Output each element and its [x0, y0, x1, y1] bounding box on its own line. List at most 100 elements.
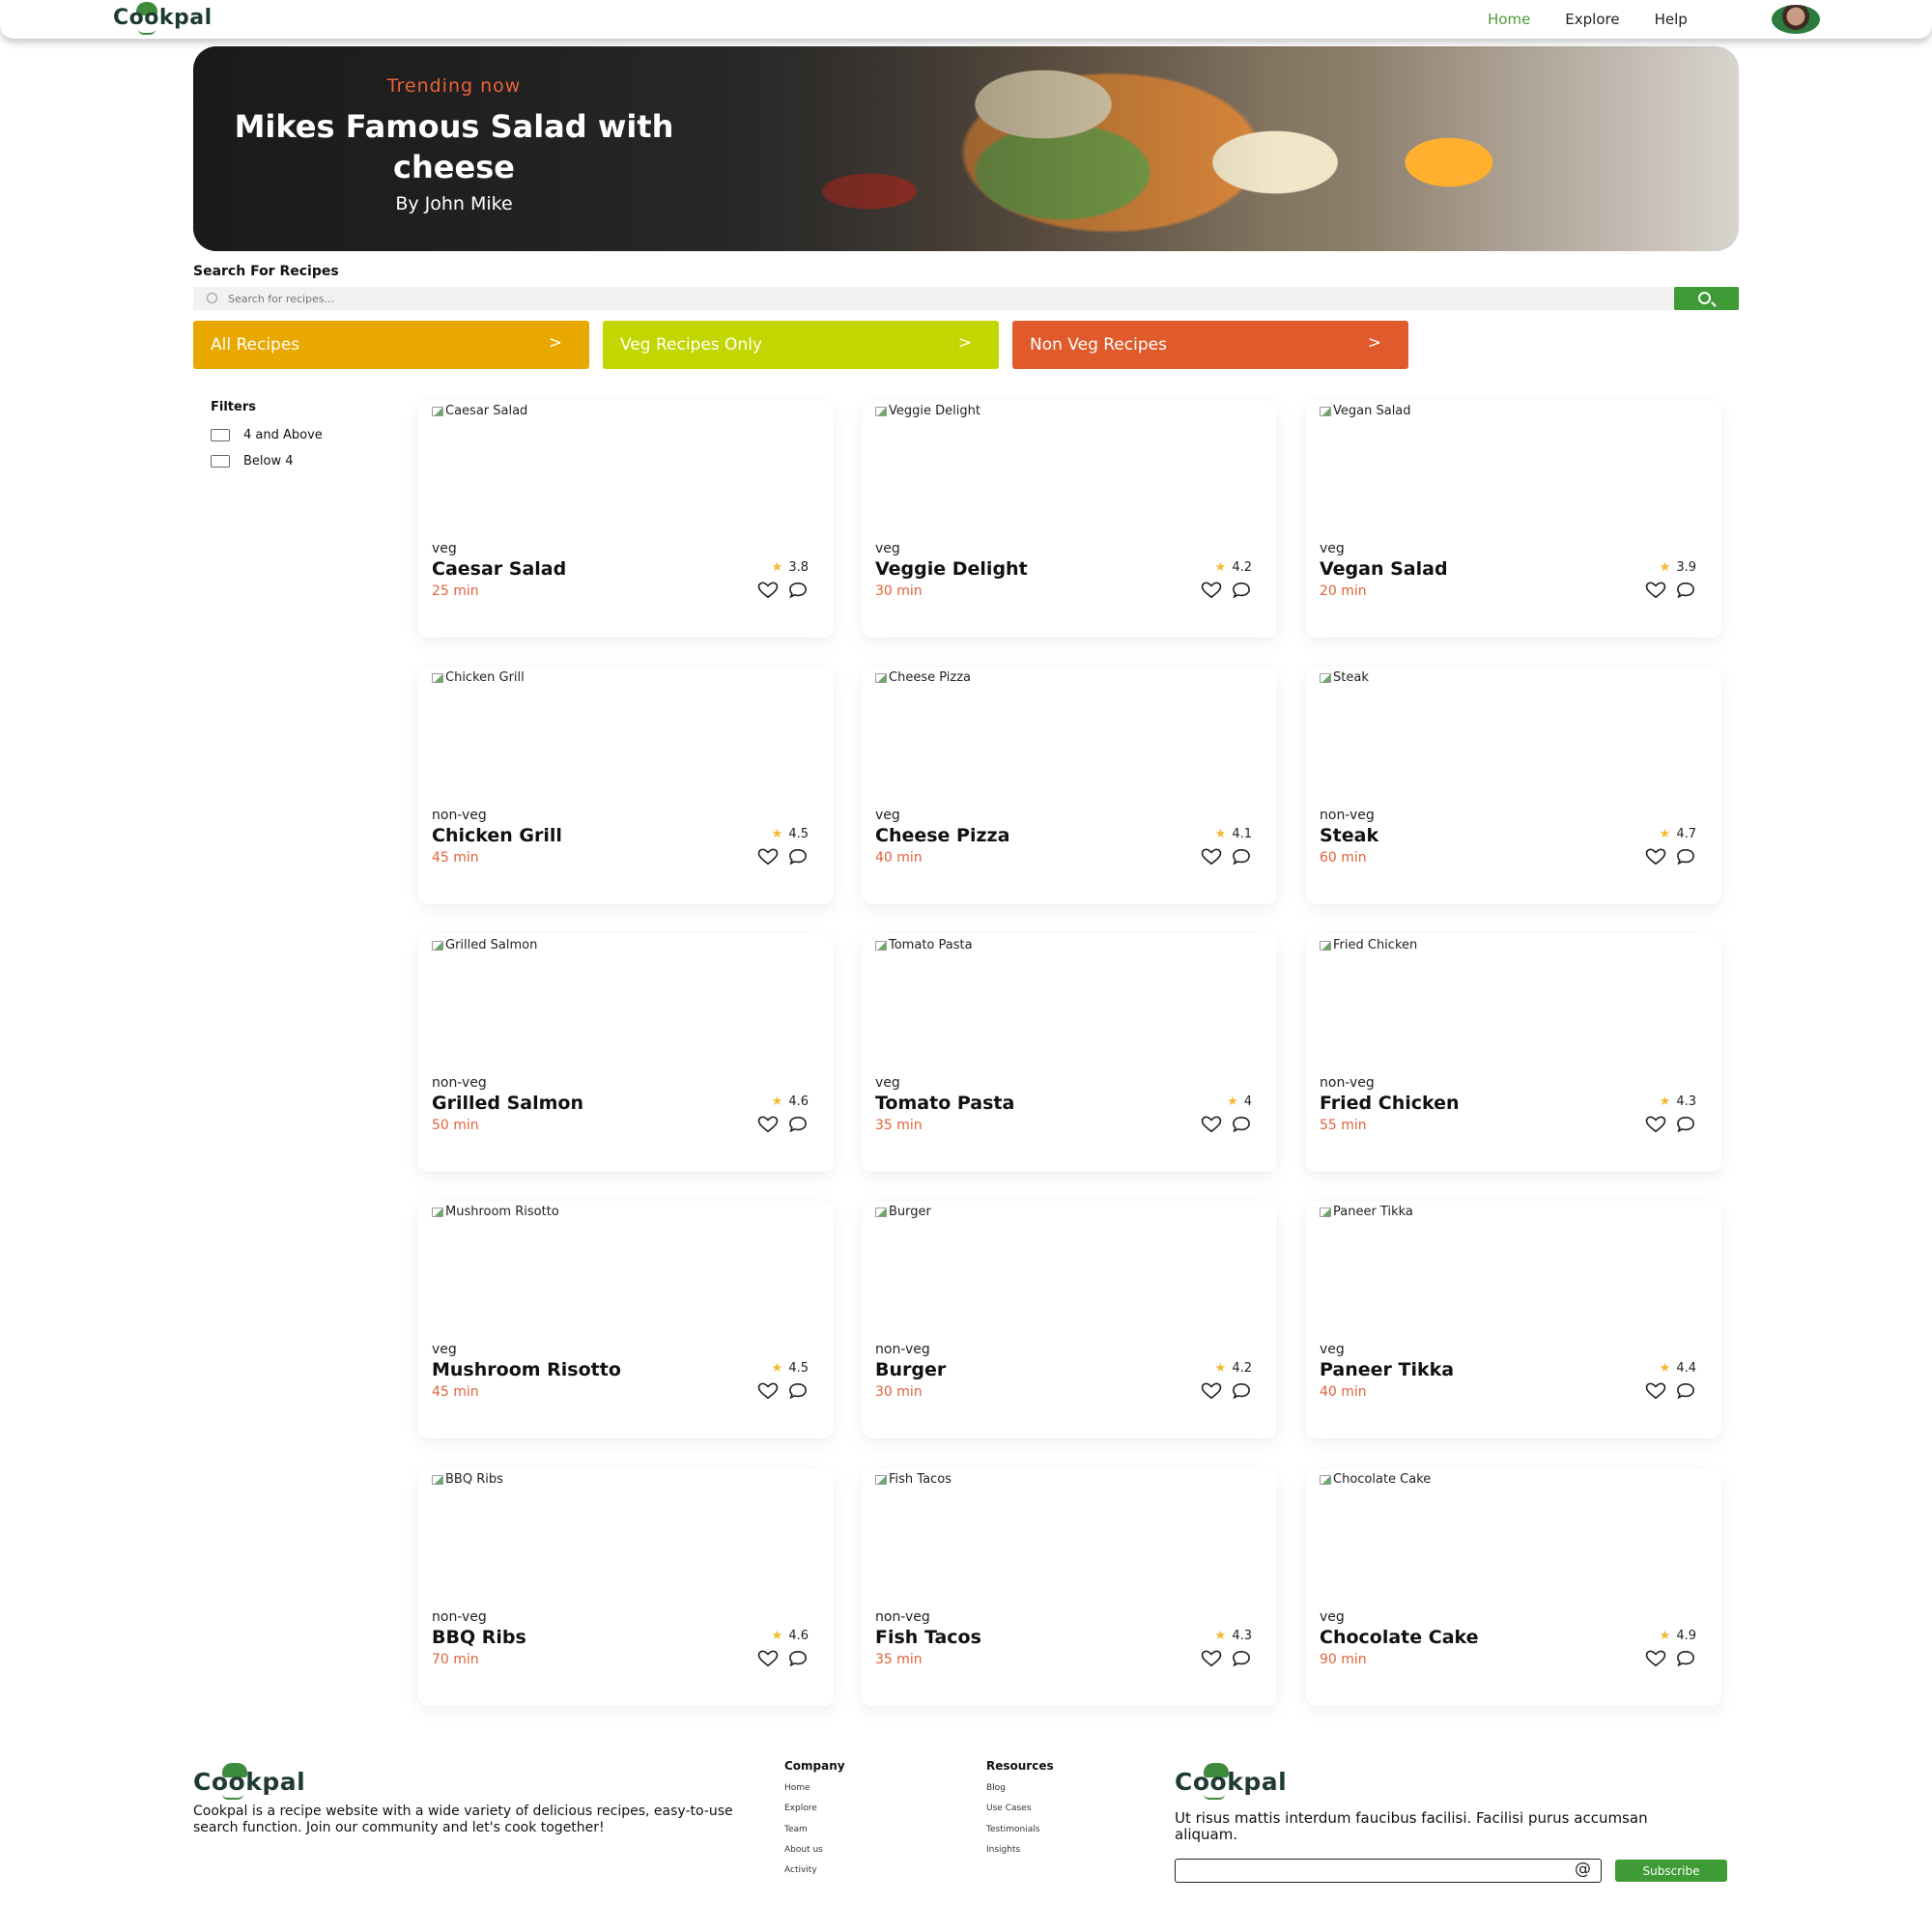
- recipe-image[interactable]: Grilled Salmon: [432, 938, 537, 952]
- comment-icon[interactable]: [787, 848, 809, 866]
- heart-icon[interactable]: [1200, 1382, 1223, 1400]
- email-input[interactable]: [1181, 1861, 1558, 1880]
- all-recipes-button[interactable]: All Recipes >: [193, 321, 589, 369]
- recipe-title[interactable]: Veggie Delight: [875, 558, 1028, 580]
- heart-icon[interactable]: [756, 1650, 780, 1667]
- recipe-title[interactable]: Chicken Grill: [432, 825, 562, 846]
- recipe-title[interactable]: Steak: [1320, 825, 1378, 846]
- checkbox[interactable]: [211, 429, 230, 441]
- footer-link-use-cases[interactable]: Use Cases: [986, 1804, 1031, 1813]
- comment-icon[interactable]: [1231, 1116, 1252, 1133]
- heart-icon[interactable]: [756, 848, 780, 866]
- recipe-card[interactable]: Chocolate Cake veg Chocolate Cake 90 min ★ 4.…: [1306, 1468, 1721, 1706]
- footer-link-insights[interactable]: Insights: [986, 1845, 1020, 1855]
- footer-link-explore[interactable]: Explore: [784, 1804, 817, 1813]
- comment-icon[interactable]: [1231, 1650, 1252, 1667]
- search-input[interactable]: [228, 287, 1658, 310]
- heart-icon[interactable]: [756, 1116, 780, 1133]
- recipe-image[interactable]: Steak: [1320, 670, 1369, 685]
- recipe-image[interactable]: Caesar Salad: [432, 404, 527, 418]
- comment-icon[interactable]: [1231, 1382, 1252, 1400]
- recipe-card[interactable]: Paneer Tikka veg Paneer Tikka 40 min ★ 4.4: [1306, 1201, 1721, 1438]
- recipe-title[interactable]: Grilled Salmon: [432, 1093, 583, 1114]
- recipe-card[interactable]: Chicken Grill non-veg Chicken Grill 45 min ★…: [418, 667, 834, 904]
- recipe-image[interactable]: Mushroom Risotto: [432, 1205, 559, 1219]
- recipe-card[interactable]: Burger non-veg Burger 30 min ★ 4.2: [862, 1201, 1277, 1438]
- recipe-image[interactable]: BBQ Ribs: [432, 1472, 503, 1487]
- recipe-image[interactable]: Fish Tacos: [875, 1472, 952, 1487]
- filter-below-4[interactable]: Below 4: [211, 454, 294, 469]
- nav-explore[interactable]: Explore: [1565, 11, 1619, 28]
- recipe-title[interactable]: Mushroom Risotto: [432, 1359, 621, 1380]
- comment-icon[interactable]: [787, 1382, 809, 1400]
- heart-icon[interactable]: [1644, 582, 1667, 599]
- comment-icon[interactable]: [787, 582, 809, 599]
- comment-icon[interactable]: [1675, 848, 1696, 866]
- heart-icon[interactable]: [1644, 1650, 1667, 1667]
- comment-icon[interactable]: [1675, 582, 1696, 599]
- search-button[interactable]: [1674, 287, 1739, 310]
- comment-icon[interactable]: [787, 1650, 809, 1667]
- comment-icon[interactable]: [1231, 582, 1252, 599]
- recipe-image[interactable]: Cheese Pizza: [875, 670, 971, 685]
- recipe-image[interactable]: Vegan Salad: [1320, 404, 1411, 418]
- recipe-image[interactable]: Chocolate Cake: [1320, 1472, 1431, 1487]
- recipe-card[interactable]: Cheese Pizza veg Cheese Pizza 40 min ★ 4.1: [862, 667, 1277, 904]
- recipe-image[interactable]: Fried Chicken: [1320, 938, 1417, 952]
- recipe-image[interactable]: Veggie Delight: [875, 404, 980, 418]
- recipe-card[interactable]: Caesar Salad veg Caesar Salad 25 min ★ 3.8: [418, 400, 834, 638]
- recipe-title[interactable]: Fish Tacos: [875, 1627, 981, 1648]
- recipe-title[interactable]: BBQ Ribs: [432, 1627, 526, 1648]
- recipe-title[interactable]: Burger: [875, 1359, 946, 1380]
- subscribe-button[interactable]: Subscribe: [1615, 1860, 1727, 1882]
- recipe-title[interactable]: Fried Chicken: [1320, 1093, 1460, 1114]
- recipe-title[interactable]: Chocolate Cake: [1320, 1627, 1479, 1648]
- recipe-title[interactable]: Cheese Pizza: [875, 825, 1009, 846]
- heart-icon[interactable]: [1200, 848, 1223, 866]
- heart-icon[interactable]: [1644, 1382, 1667, 1400]
- user-avatar[interactable]: [1772, 5, 1820, 34]
- non-veg-recipes-button[interactable]: Non Veg Recipes >: [1012, 321, 1408, 369]
- recipe-title[interactable]: Paneer Tikka: [1320, 1359, 1454, 1380]
- heart-icon[interactable]: [1644, 1116, 1667, 1133]
- recipe-title[interactable]: Vegan Salad: [1320, 558, 1448, 580]
- footer-link-home[interactable]: Home: [784, 1783, 810, 1793]
- recipe-card[interactable]: BBQ Ribs non-veg BBQ Ribs 70 min ★ 4.6: [418, 1468, 834, 1706]
- comment-icon[interactable]: [1675, 1116, 1696, 1133]
- heart-icon[interactable]: [756, 582, 780, 599]
- filter-4-and-above[interactable]: 4 and Above: [211, 428, 323, 442]
- recipe-card[interactable]: Steak non-veg Steak 60 min ★ 4.7: [1306, 667, 1721, 904]
- comment-icon[interactable]: [1231, 848, 1252, 866]
- heart-icon[interactable]: [1644, 848, 1667, 866]
- comment-icon[interactable]: [1675, 1382, 1696, 1400]
- recipe-title[interactable]: Tomato Pasta: [875, 1093, 1014, 1114]
- heart-icon[interactable]: [1200, 582, 1223, 599]
- footer-logo[interactable]: Cookpal: [193, 1763, 305, 1800]
- footer-link-blog[interactable]: Blog: [986, 1783, 1006, 1793]
- heart-icon[interactable]: [756, 1382, 780, 1400]
- comment-icon[interactable]: [1675, 1650, 1696, 1667]
- recipe-image[interactable]: Burger: [875, 1205, 931, 1219]
- comment-icon[interactable]: [787, 1116, 809, 1133]
- recipe-card[interactable]: Fried Chicken non-veg Fried Chicken 55 min ★…: [1306, 934, 1721, 1172]
- recipe-card[interactable]: Fish Tacos non-veg Fish Tacos 35 min ★ 4.3: [862, 1468, 1277, 1706]
- nav-home[interactable]: Home: [1488, 11, 1530, 28]
- veg-recipes-button[interactable]: Veg Recipes Only >: [603, 321, 999, 369]
- recipe-card[interactable]: Tomato Pasta veg Tomato Pasta 35 min ★ 4: [862, 934, 1277, 1172]
- footer-logo-2[interactable]: Cookpal: [1175, 1763, 1287, 1800]
- recipe-card[interactable]: Veggie Delight veg Veggie Delight 30 min ★ 4.…: [862, 400, 1277, 638]
- recipe-card[interactable]: Vegan Salad veg Vegan Salad 20 min ★ 3.9: [1306, 400, 1721, 638]
- nav-help[interactable]: Help: [1655, 11, 1688, 28]
- footer-link-team[interactable]: Team: [784, 1825, 808, 1834]
- recipe-image[interactable]: Chicken Grill: [432, 670, 525, 685]
- recipe-image[interactable]: Tomato Pasta: [875, 938, 973, 952]
- recipe-image[interactable]: Paneer Tikka: [1320, 1205, 1413, 1219]
- recipe-card[interactable]: Mushroom Risotto veg Mushroom Risotto 45 mi…: [418, 1201, 834, 1438]
- footer-link-testimonials[interactable]: Testimonials: [986, 1825, 1039, 1834]
- heart-icon[interactable]: [1200, 1116, 1223, 1133]
- trending-hero-banner[interactable]: Trending now Mikes Famous Salad with che…: [193, 46, 1739, 251]
- heart-icon[interactable]: [1200, 1650, 1223, 1667]
- header-logo[interactable]: Cookpal: [113, 2, 213, 35]
- checkbox[interactable]: [211, 455, 230, 468]
- footer-link-about[interactable]: About us: [784, 1845, 823, 1855]
